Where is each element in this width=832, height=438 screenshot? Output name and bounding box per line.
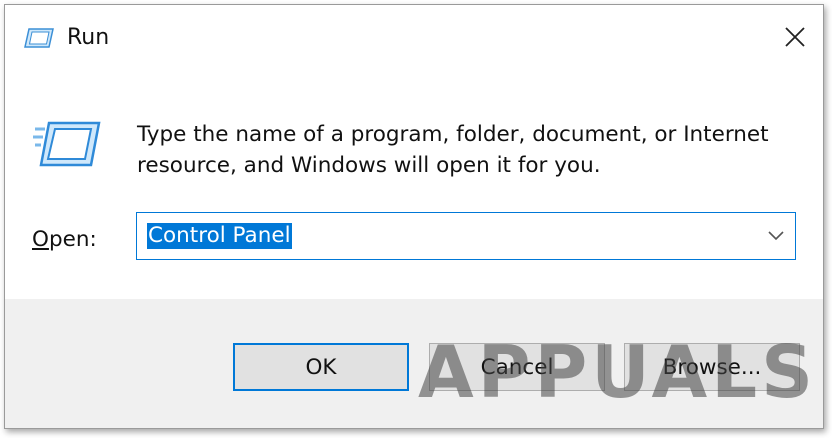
title-bar[interactable]: Run [5, 5, 823, 69]
dialog-content: Type the name of a program, folder, docu… [5, 69, 823, 299]
close-button[interactable] [767, 5, 823, 69]
window-title: Run [67, 25, 110, 50]
ok-button[interactable]: OK [233, 343, 409, 391]
description-line-1: Type the name of a program, folder, docu… [137, 122, 769, 147]
browse-button[interactable]: Browse... [624, 343, 800, 391]
description-line-2: resource, and Windows will open it for y… [137, 153, 601, 178]
open-label-text: pen: [48, 227, 97, 252]
run-dialog: Run Type the name of a program, folder, … [4, 4, 824, 429]
dialog-description: Type the name of a program, folder, docu… [137, 119, 797, 181]
run-icon [33, 121, 101, 167]
open-label: Open: [32, 227, 97, 252]
cancel-button[interactable]: Cancel [429, 343, 605, 391]
run-icon [24, 28, 54, 48]
open-combobox[interactable]: Control Panel [136, 212, 796, 260]
open-label-mnemonic: O [32, 227, 49, 252]
chevron-down-icon[interactable] [767, 228, 785, 242]
button-bar: OK Cancel Browse... [5, 299, 823, 428]
close-icon [785, 27, 805, 47]
open-input[interactable]: Control Panel [147, 223, 292, 249]
